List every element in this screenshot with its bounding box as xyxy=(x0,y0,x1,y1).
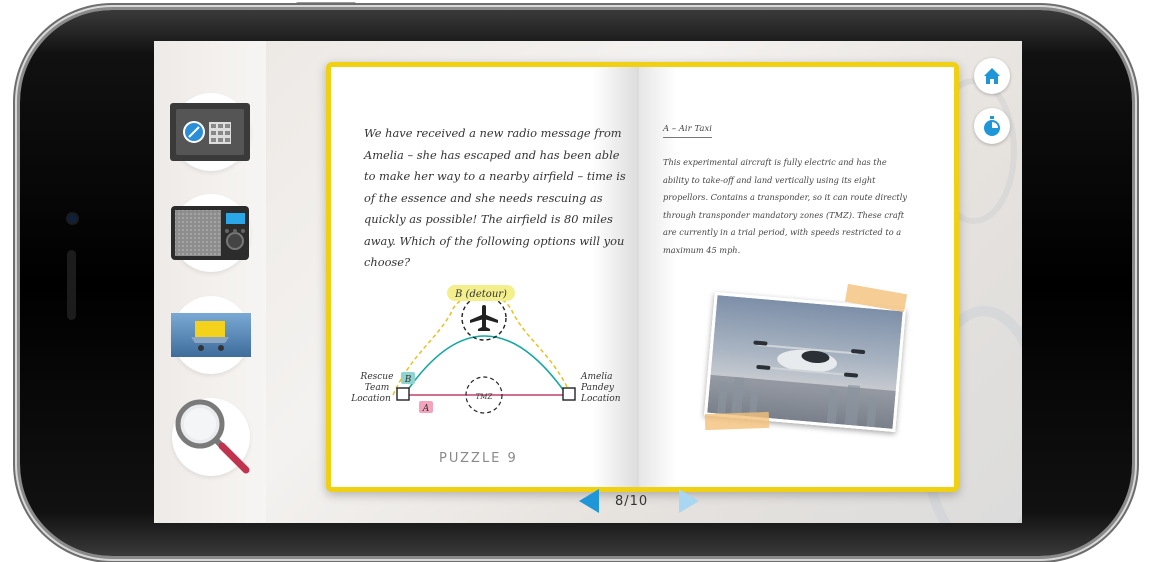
tmz-label: TMZ xyxy=(476,393,493,401)
start-label-line2: Team xyxy=(365,383,390,393)
air-taxi-photo xyxy=(703,291,907,433)
route-b-detour-label: B (detour) xyxy=(454,289,507,300)
cart-tool-button[interactable] xyxy=(171,296,251,374)
end-label-line2: Pandey xyxy=(580,383,615,393)
next-page-button[interactable] xyxy=(679,489,699,513)
rescue-team-node xyxy=(396,387,410,401)
tape-bottom xyxy=(704,411,770,431)
start-label-line3: Location xyxy=(350,394,391,404)
app-screen: We have received a new radio message fro… xyxy=(154,41,1022,523)
stopwatch-icon xyxy=(984,116,1000,136)
tool-rail xyxy=(154,41,266,523)
radio-icon xyxy=(171,206,249,260)
option-description: This experimental aircraft is fully elec… xyxy=(663,157,907,255)
page-indicator: 8/10 xyxy=(615,494,649,509)
amelia-node xyxy=(562,387,576,401)
phone-button-top xyxy=(296,2,356,6)
safe-icon xyxy=(170,103,250,161)
front-camera xyxy=(68,214,77,223)
plane-icon xyxy=(470,305,498,331)
end-label-line3: Location xyxy=(580,394,621,404)
right-page: A – Air Taxi This experimental aircraft … xyxy=(639,67,954,487)
cart-icon xyxy=(171,313,251,357)
radio-tool-button[interactable] xyxy=(171,194,250,272)
home-icon xyxy=(984,68,1000,84)
left-page: We have received a new radio message fro… xyxy=(331,67,639,487)
route-diagram: B (detour) B A TMZ Rescue Team Location … xyxy=(350,285,621,414)
phone-button-bottom-2 xyxy=(258,556,308,560)
magnifier-tool-button[interactable] xyxy=(172,398,250,476)
route-a-label: A xyxy=(422,404,430,414)
route-b-label: B xyxy=(404,375,412,385)
option-heading: A – Air Taxi xyxy=(663,124,713,138)
end-label-line1: Amelia xyxy=(580,372,612,382)
start-label-line1: Rescue xyxy=(360,372,394,382)
timer-button[interactable] xyxy=(974,108,1010,144)
phone-speaker xyxy=(67,250,76,320)
route-b-arc xyxy=(406,335,565,392)
phone-button-bottom-1 xyxy=(180,556,230,560)
prev-page-button[interactable] xyxy=(579,489,599,513)
magnifier-icon xyxy=(175,399,250,474)
puzzle-book: We have received a new radio message fro… xyxy=(326,62,959,492)
safe-tool-button[interactable] xyxy=(170,93,250,171)
home-button[interactable] xyxy=(974,58,1010,94)
puzzle-label: PUZZLE 9 xyxy=(439,451,518,466)
